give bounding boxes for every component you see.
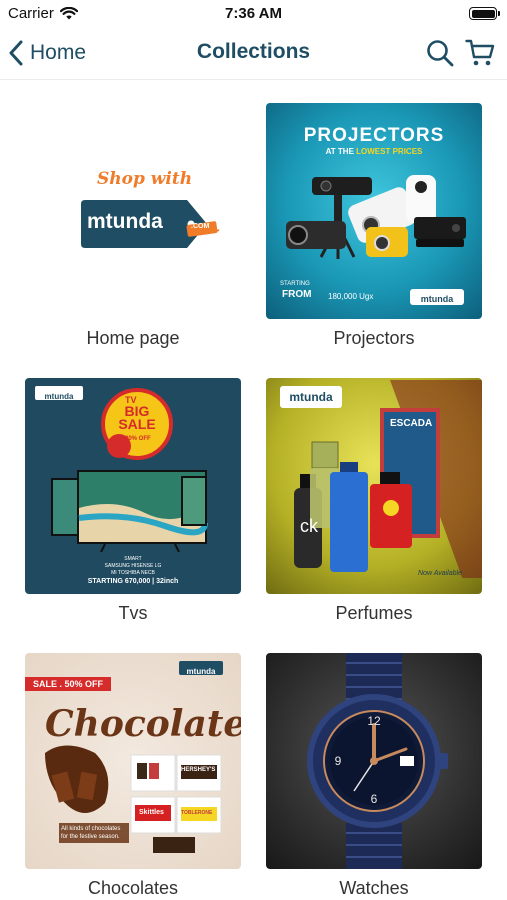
image-logo: mtunda [186, 667, 216, 676]
battery-icon [469, 7, 500, 20]
image-from: FROM [282, 289, 312, 300]
projectors-illustration [286, 175, 466, 259]
badge-main: BIG SALE [118, 403, 156, 432]
brand-skittles: Skittles [139, 809, 164, 816]
image-heading: PROJECTORS [303, 125, 445, 146]
svg-text:12: 12 [367, 714, 381, 728]
collection-image-perfumes: mtunda ck ESCADA Now Available [266, 378, 482, 594]
collection-image-home-page: Shop with mtunda .COM [25, 103, 241, 319]
chocolates-illustration [45, 745, 222, 853]
perfumes-illustration [294, 380, 482, 578]
image-tagline: Shop with [97, 169, 193, 189]
chocolate-heading: Chocolate [45, 703, 241, 745]
image-logo: mtunda [420, 294, 454, 304]
perfume-note: Now Available [418, 570, 462, 577]
image-price: 180,000 Ugx [328, 292, 374, 301]
image-logo-badge: mtunda [179, 661, 223, 676]
collection-card-tvs[interactable]: mtunda TV BIG SALE 20% OFF SMART SAMSUNG… [25, 378, 241, 653]
collection-card-watches[interactable]: 12 9 6 Watches [266, 653, 482, 900]
bottle-box: ESCADA [390, 418, 433, 429]
svg-text:6: 6 [371, 792, 378, 806]
collections-grid: Shop with mtunda .COM Home page PROJECTO… [25, 103, 483, 900]
search-icon[interactable] [425, 38, 455, 68]
brands-title: SMART [124, 556, 142, 562]
image-subheading-wrap: AT THE LOWEST PRICES [266, 147, 482, 156]
chocolate-sale-banner: SALE . 50% OFF [25, 677, 112, 691]
bottle-ck: ck [300, 516, 318, 536]
collection-image-projectors: PROJECTORS AT THE LOWEST PRICES STARTING… [266, 103, 482, 319]
collection-label: Perfumes [335, 603, 413, 623]
image-logo-badge: mtunda [35, 386, 83, 401]
chocolate-description: All kinds of chocolates for the festive … [59, 823, 129, 843]
cart-icon[interactable] [465, 38, 495, 68]
collection-image-tvs: mtunda TV BIG SALE 20% OFF SMART SAMSUNG… [25, 378, 241, 594]
badge-off: 20% OFF [125, 436, 151, 442]
watch-illustration: 12 9 6 [307, 653, 448, 869]
image-subheading-highlight: LOWEST PRICES [356, 147, 423, 156]
collection-card-home-page[interactable]: Shop with mtunda .COM Home page [25, 103, 241, 378]
tv-starting: STARTING 670,000 | 32inch [87, 578, 179, 585]
svg-text:9: 9 [335, 754, 342, 768]
brands-line1: SAMSUNG HISENSE LG [104, 563, 162, 569]
brand-toblerone: TOBLERONE [181, 810, 213, 816]
collection-card-projectors[interactable]: PROJECTORS AT THE LOWEST PRICES STARTING… [266, 103, 482, 378]
collection-image-watches: 12 9 6 [266, 653, 482, 869]
collection-label: Tvs [118, 603, 148, 623]
navigation-bar: Home Collections [0, 28, 507, 80]
brand-hersheys: HERSHEY'S [181, 767, 216, 773]
image-logo-text: mtunda [87, 210, 163, 233]
collection-label: Home page [86, 328, 180, 348]
image-logo: mtunda [44, 392, 74, 401]
collection-card-chocolates[interactable]: SALE . 50% OFF mtunda Chocolate HERSHEY'… [25, 653, 241, 900]
brands-line2: MI TOSHIBA NECB [111, 570, 155, 576]
image-logo-suffix: .COM [191, 223, 210, 230]
image-starting: STARTING [280, 281, 310, 287]
collection-image-chocolates: SALE . 50% OFF mtunda Chocolate HERSHEY'… [25, 653, 241, 869]
image-subheading: AT THE [325, 147, 354, 156]
status-bar: Carrier 7:36 AM [0, 0, 507, 28]
collection-card-perfumes[interactable]: mtunda ck ESCADA Now Available Perfumes [266, 378, 482, 653]
collection-label: Watches [339, 878, 409, 898]
collection-label: Projectors [333, 328, 415, 348]
tv-illustration [51, 470, 208, 553]
status-time: 7:36 AM [225, 5, 282, 22]
collection-label: Chocolates [87, 878, 179, 898]
image-logo-badge: mtunda [410, 289, 464, 305]
